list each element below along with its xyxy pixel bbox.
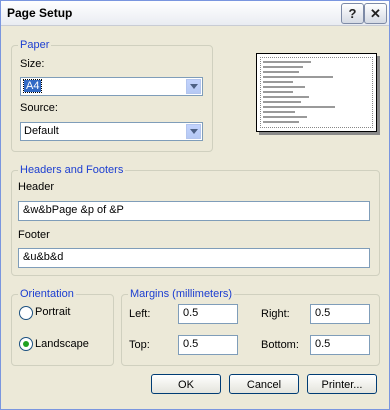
help-icon: ? — [348, 6, 357, 21]
bottom-margin-input[interactable]: 0.5 — [310, 335, 370, 355]
ok-button[interactable]: OK — [151, 374, 221, 394]
dialog-title: Page Setup — [7, 6, 73, 20]
page-setup-dialog: Page Setup ? ✕ Paper Size: A4 Source: De… — [0, 0, 390, 410]
close-button[interactable]: ✕ — [364, 3, 387, 24]
right-margin-value: 0.5 — [315, 307, 331, 319]
paper-legend: Paper — [18, 39, 52, 51]
left-margin-input[interactable]: 0.5 — [178, 304, 238, 324]
landscape-radio[interactable] — [19, 337, 33, 351]
top-margin-value: 0.5 — [183, 338, 199, 350]
right-margin-input[interactable]: 0.5 — [310, 304, 370, 324]
right-margin-label: Right: — [261, 308, 290, 320]
top-margin-input[interactable]: 0.5 — [178, 335, 238, 355]
margins-group: Margins (millimeters) Left: 0.5 Right: 0… — [121, 288, 380, 366]
headers-footers-group: Headers and Footers Header &w&bPage &p o… — [11, 164, 380, 276]
cancel-button[interactable]: Cancel — [229, 374, 299, 394]
chevron-down-icon[interactable] — [186, 79, 201, 94]
bottom-margin-value: 0.5 — [315, 338, 331, 350]
size-label: Size: — [20, 58, 45, 70]
orientation-legend: Orientation — [18, 288, 76, 300]
title-bar[interactable]: Page Setup ? ✕ — [1, 1, 389, 26]
header-input[interactable]: &w&bPage &p of &P — [18, 201, 370, 221]
headers-footers-legend: Headers and Footers — [18, 164, 126, 176]
footer-label: Footer — [18, 229, 50, 241]
page-preview — [256, 53, 377, 132]
orientation-group: Orientation Portrait Landscape — [11, 288, 114, 366]
help-button[interactable]: ? — [341, 3, 364, 24]
header-label: Header — [18, 181, 55, 193]
landscape-label[interactable]: Landscape — [35, 338, 89, 350]
radio-selected-dot — [23, 341, 29, 347]
top-margin-label: Top: — [129, 339, 150, 351]
portrait-label[interactable]: Portrait — [35, 306, 70, 318]
size-select[interactable]: A4 — [20, 77, 203, 96]
header-input-value: &w&bPage &p of &P — [23, 204, 124, 216]
left-margin-label: Left: — [129, 308, 151, 320]
printer-button[interactable]: Printer... — [307, 374, 377, 394]
source-label: Source: — [20, 102, 58, 114]
bottom-margin-label: Bottom: — [261, 339, 299, 351]
source-select[interactable]: Default — [20, 122, 203, 141]
footer-input-value: &u&b&d — [23, 251, 64, 263]
footer-input[interactable]: &u&b&d — [18, 248, 370, 268]
margins-legend: Margins (millimeters) — [128, 288, 235, 300]
page-preview-margins — [260, 57, 373, 128]
left-margin-value: 0.5 — [183, 307, 199, 319]
chevron-down-icon[interactable] — [186, 124, 201, 139]
paper-group: Paper Size: A4 Source: Default — [11, 39, 213, 152]
source-select-value: Default — [24, 125, 59, 137]
portrait-radio[interactable] — [19, 306, 33, 320]
close-icon: ✕ — [370, 6, 381, 21]
size-select-value: A4 — [22, 79, 43, 93]
